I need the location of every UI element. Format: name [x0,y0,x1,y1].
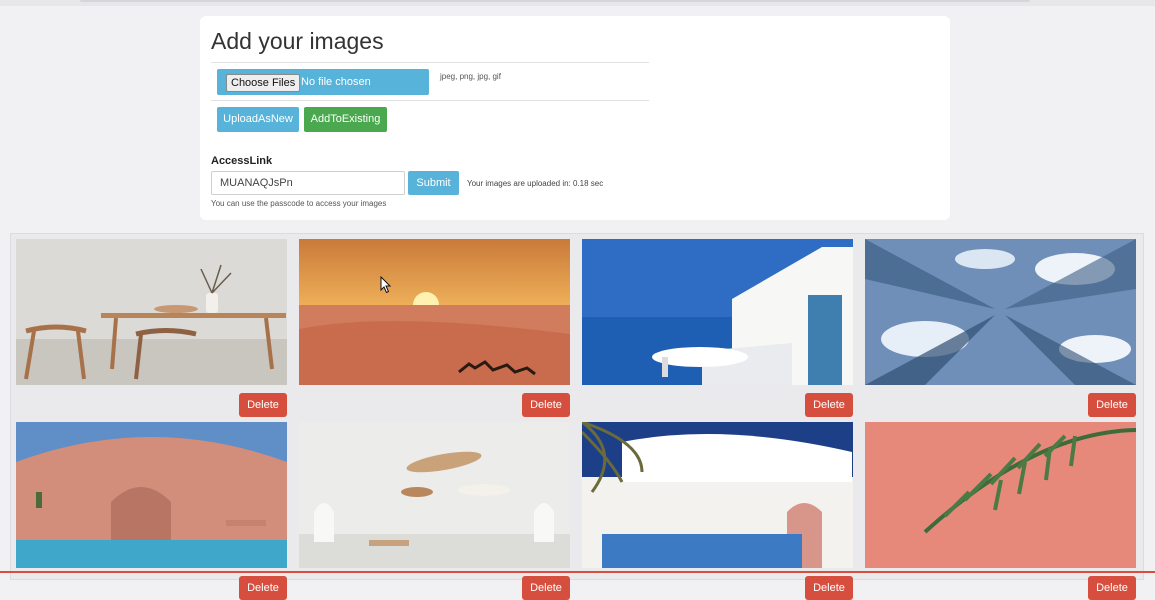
formats-hint: jpeg, png, jpg, gif [440,72,501,81]
file-status-text: No file chosen [301,76,371,88]
gallery-image[interactable] [16,422,287,568]
delete-button[interactable]: Delete [522,393,570,417]
upload-panel: Add your images Choose Files No file cho… [200,16,950,220]
access-help-text: You can use the passcode to access your … [211,199,387,208]
browser-top-edge [0,0,1155,6]
delete-button[interactable]: Delete [522,576,570,600]
gallery-image[interactable] [865,422,1136,568]
browser-address-edge [80,0,1030,2]
divider [211,62,649,63]
add-to-existing-button[interactable]: AddToExisting [304,107,387,132]
page-title: Add your images [211,28,384,54]
gallery-image[interactable] [582,422,853,568]
choose-files-button[interactable]: Choose Files [226,74,301,92]
gallery-image[interactable] [299,239,570,385]
submit-button[interactable]: Submit [408,171,459,195]
file-input[interactable]: Choose Files No file chosen [217,69,429,95]
gallery-image[interactable] [16,239,287,385]
delete-button[interactable]: Delete [805,576,853,600]
access-link-label: AccessLink [211,155,273,167]
gallery-image[interactable] [865,239,1136,385]
delete-button[interactable]: Delete [1088,393,1136,417]
mouse-cursor-icon [380,276,392,294]
divider [211,100,649,101]
delete-button[interactable]: Delete [805,393,853,417]
access-link-input[interactable]: MUANAQJsPn [211,171,405,195]
gallery-image[interactable] [582,239,853,385]
delete-button[interactable]: Delete [239,576,287,600]
delete-button[interactable]: Delete [1088,576,1136,600]
upload-as-new-button[interactable]: UploadAsNew [217,107,299,132]
delete-button[interactable]: Delete [239,393,287,417]
image-gallery: Delete Delete Delete Delete Delete Delet… [10,233,1144,600]
upload-time-text: Your images are uploaded in: 0.18 sec [467,179,604,188]
gallery-image[interactable] [299,422,570,568]
